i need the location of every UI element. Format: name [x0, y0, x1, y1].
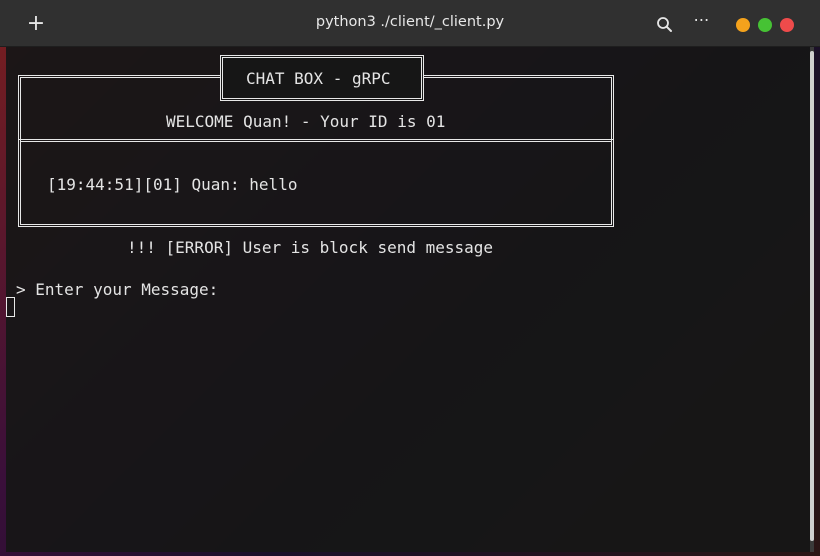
close-button[interactable] [780, 18, 794, 32]
search-icon[interactable] [654, 14, 676, 36]
title-bar: + python3 ./client/_client.py ⋯ [0, 0, 820, 47]
chat-message: [19:44:51][01] Quan: hello [47, 175, 298, 194]
input-prompt: > Enter your Message: [16, 280, 219, 299]
scrollbar-thumb[interactable] [810, 51, 814, 541]
terminal-window: + python3 ./client/_client.py ⋯ CHAT BOX… [0, 0, 820, 556]
chat-box-title: CHAT BOX - gRPC [246, 69, 391, 88]
scrollbar[interactable] [810, 47, 814, 552]
welcome-text: WELCOME Quan! - Your ID is 01 [166, 112, 446, 131]
error-message: !!! [ERROR] User is block send message [127, 238, 494, 257]
minimize-button[interactable] [736, 18, 750, 32]
terminal-output[interactable]: CHAT BOX - gRPC WELCOME Quan! - Your ID … [6, 47, 814, 552]
text-cursor[interactable] [6, 297, 15, 317]
maximize-button[interactable] [758, 18, 772, 32]
ellipsis-icon[interactable]: ⋯ [690, 10, 714, 32]
